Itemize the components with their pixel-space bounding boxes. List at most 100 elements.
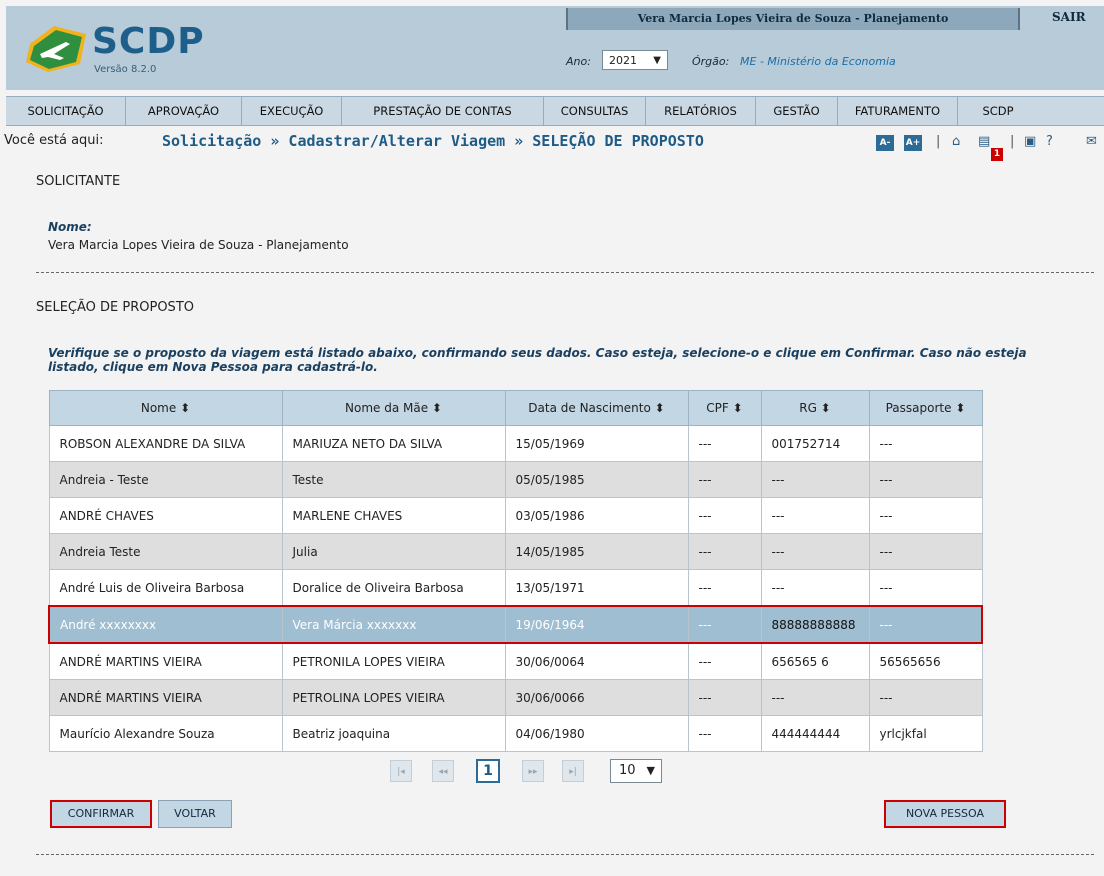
cell-nome-mae: Vera Márcia xxxxxxx	[281, 605, 506, 644]
table-row[interactable]: ROBSON ALEXANDRE DA SILVA MARIUZA NETO D…	[48, 425, 983, 462]
table-row[interactable]: Maurício Alexandre Souza Beatriz joaquin…	[48, 715, 983, 752]
nome-label: Nome:	[48, 220, 92, 234]
cell-nome-mae: Beatriz joaquina	[281, 715, 506, 752]
chat-icon[interactable]: ▤	[978, 134, 990, 149]
year-label: Ano:	[566, 55, 591, 68]
divider	[36, 272, 1094, 273]
cell-nome: Andreia Teste	[48, 533, 283, 570]
cell-data-nascimento: 15/05/1969	[504, 425, 689, 462]
font-increase-button[interactable]: A+	[904, 135, 922, 151]
cell-rg: ---	[760, 533, 870, 570]
cell-passaporte: ---	[868, 679, 983, 716]
cell-data-nascimento: 05/05/1985	[504, 461, 689, 498]
table-row[interactable]: ANDRÉ MARTINS VIEIRA PETROLINA LOPES VIE…	[48, 679, 983, 716]
column-header-cpf[interactable]: CPF ⬍	[687, 390, 762, 426]
font-decrease-button[interactable]: A-	[876, 135, 894, 151]
cell-cpf: ---	[687, 533, 762, 570]
column-header-rg[interactable]: RG ⬍	[760, 390, 870, 426]
last-page-button[interactable]: ▸|	[562, 760, 584, 782]
menu-relatorios[interactable]: RELATÓRIOS	[646, 97, 756, 125]
cell-cpf: ---	[687, 679, 762, 716]
cell-rg: 444444444	[760, 715, 870, 752]
cell-passaporte: ---	[868, 461, 983, 498]
home-icon[interactable]: ⌂	[952, 134, 960, 149]
menu-solicitacao[interactable]: SOLICITAÇÃO	[6, 97, 126, 125]
instructions-text: Verifique se o proposto da viagem está l…	[48, 346, 1027, 374]
cell-cpf: ---	[687, 569, 762, 607]
cell-nome: ANDRÉ MARTINS VIEIRA	[48, 679, 283, 716]
new-person-button[interactable]: NOVA PESSOA	[884, 800, 1006, 828]
cell-rg: 001752714	[760, 425, 870, 462]
menu-gestao[interactable]: GESTÃO	[756, 97, 838, 125]
cell-data-nascimento: 14/05/1985	[504, 533, 689, 570]
toolbar-divider: |	[1010, 134, 1015, 149]
menu-scdp[interactable]: SCDP	[958, 97, 1038, 125]
table-row[interactable]: André Luis de Oliveira Barbosa Doralice …	[48, 569, 983, 607]
table-row-selected[interactable]: André xxxxxxxx Vera Márcia xxxxxxx 19/06…	[48, 605, 983, 644]
chevron-down-icon: ▼	[646, 764, 655, 777]
nome-value: Vera Marcia Lopes Vieira de Souza - Plan…	[48, 238, 349, 252]
video-icon[interactable]: ▣	[1024, 134, 1036, 149]
cell-data-nascimento: 13/05/1971	[504, 569, 689, 607]
menu-prestacao-contas[interactable]: PRESTAÇÃO DE CONTAS	[342, 97, 544, 125]
page-size-select[interactable]: 10 ▼	[610, 759, 662, 783]
first-page-button[interactable]: |◂	[390, 760, 412, 782]
app-logo-text: SCDP	[92, 21, 205, 62]
cell-passaporte: 56565656	[868, 642, 983, 680]
column-header-passaporte[interactable]: Passaporte ⬍	[868, 390, 983, 426]
cell-rg: ---	[760, 679, 870, 716]
page-size-value: 10	[619, 763, 636, 778]
cell-passaporte: yrlcjkfal	[868, 715, 983, 752]
cell-rg: 88888888888	[760, 605, 870, 644]
year-select[interactable]: 2021 ▼	[602, 50, 668, 70]
cell-cpf: ---	[687, 605, 762, 644]
cell-nome-mae: PETRONILA LOPES VIEIRA	[281, 642, 506, 680]
organ-value: ME - Ministério da Economia	[740, 55, 896, 68]
column-header-nome-mae[interactable]: Nome da Mãe ⬍	[281, 390, 506, 426]
mail-icon[interactable]: ✉	[1086, 134, 1097, 149]
cell-passaporte: ---	[868, 605, 983, 644]
main-menu: SOLICITAÇÃO APROVAÇÃO EXECUÇÃO PRESTAÇÃO…	[6, 96, 1104, 126]
menu-faturamento[interactable]: FATURAMENTO	[838, 97, 958, 125]
cell-rg: ---	[760, 569, 870, 607]
confirm-button[interactable]: CONFIRMAR	[50, 800, 152, 828]
column-header-nome[interactable]: Nome ⬍	[48, 390, 283, 426]
table-row[interactable]: ANDRÉ CHAVES MARLENE CHAVES 03/05/1986 -…	[48, 497, 983, 534]
breadcrumb-path: Solicitação » Cadastrar/Alterar Viagem »…	[162, 132, 704, 150]
back-button[interactable]: VOLTAR	[158, 800, 232, 828]
notification-badge: 1	[991, 148, 1003, 161]
user-bar: Vera Marcia Lopes Vieira de Souza - Plan…	[566, 8, 1020, 30]
divider	[36, 854, 1094, 855]
table-row[interactable]: Andreia - Teste Teste 05/05/1985 --- ---…	[48, 461, 983, 498]
table-row[interactable]: ANDRÉ MARTINS VIEIRA PETRONILA LOPES VIE…	[48, 642, 983, 680]
prev-page-button[interactable]: ◂◂	[432, 760, 454, 782]
cell-passaporte: ---	[868, 425, 983, 462]
column-header-data-nascimento[interactable]: Data de Nascimento ⬍	[504, 390, 689, 426]
current-page-button[interactable]: 1	[476, 759, 500, 783]
cell-nome: ROBSON ALEXANDRE DA SILVA	[48, 425, 283, 462]
menu-aprovacao[interactable]: APROVAÇÃO	[126, 97, 242, 125]
cell-nome: Andreia - Teste	[48, 461, 283, 498]
proposto-table: Nome ⬍ Nome da Mãe ⬍ Data de Nascimento …	[48, 390, 983, 752]
cell-data-nascimento: 03/05/1986	[504, 497, 689, 534]
chevron-down-icon: ▼	[653, 55, 661, 66]
help-icon[interactable]: ?	[1046, 134, 1053, 149]
cell-data-nascimento: 30/06/0066	[504, 679, 689, 716]
airplane-logo-icon	[26, 26, 86, 72]
next-page-button[interactable]: ▸▸	[522, 760, 544, 782]
section-title-solicitante: SOLICITANTE	[36, 174, 121, 189]
cell-data-nascimento: 30/06/0064	[504, 642, 689, 680]
cell-passaporte: ---	[868, 533, 983, 570]
toolbar-divider: |	[936, 134, 941, 149]
menu-execucao[interactable]: EXECUÇÃO	[242, 97, 342, 125]
organ-label: Órgão:	[692, 55, 730, 68]
user-name: Vera Marcia Lopes Vieira de Souza - Plan…	[637, 12, 949, 25]
cell-data-nascimento: 19/06/1964	[504, 605, 689, 644]
table-row[interactable]: Andreia Teste Julia 14/05/1985 --- --- -…	[48, 533, 983, 570]
table-header-row: Nome ⬍ Nome da Mãe ⬍ Data de Nascimento …	[48, 390, 983, 426]
year-value: 2021	[609, 54, 637, 67]
cell-nome-mae: Teste	[281, 461, 506, 498]
cell-nome: André Luis de Oliveira Barbosa	[48, 569, 283, 607]
menu-consultas[interactable]: CONSULTAS	[544, 97, 646, 125]
logout-link[interactable]: SAIR	[1052, 10, 1086, 24]
